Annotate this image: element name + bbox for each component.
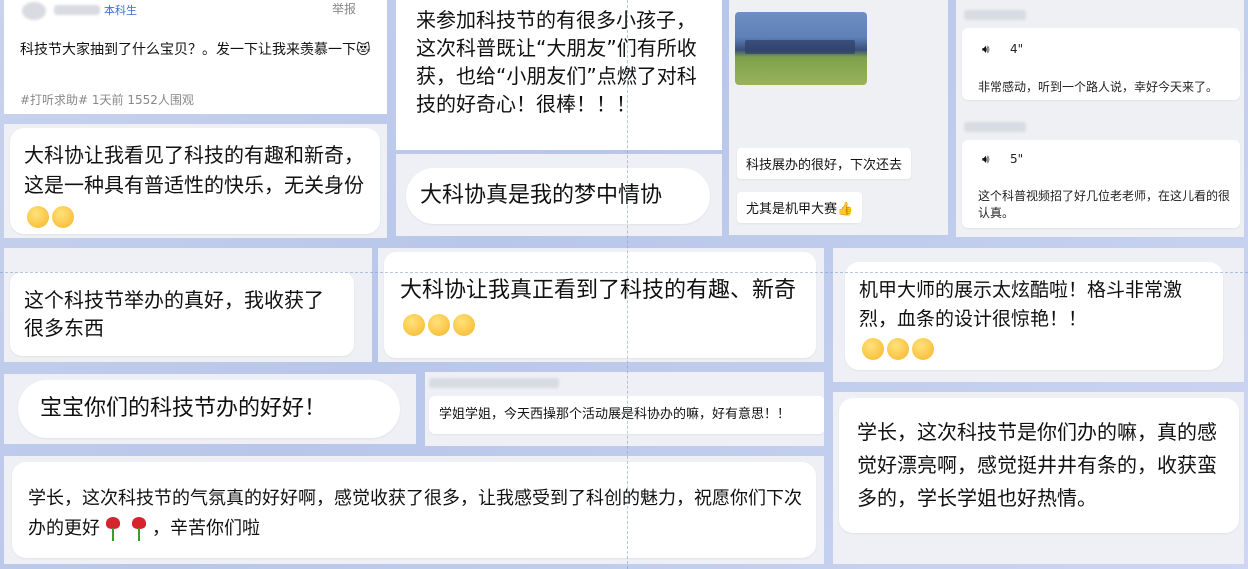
message-bubble-3: 大科协真是我的梦中情协	[406, 168, 710, 224]
message-panel-7: 机甲大师的展示太炫酷啦！格斗非常激烈，血条的设计很惊艳！！	[833, 248, 1244, 382]
avatar[interactable]	[22, 2, 46, 20]
smiling-face-icon	[912, 337, 934, 360]
voice-message-1[interactable]: 🔊︎ 4" 非常感动，听到一个路人说，幸好今天来了。	[962, 28, 1240, 100]
sender-name-blurred	[964, 122, 1026, 132]
message-panel-8: 宝宝你们的科技节办的好好！	[4, 374, 416, 444]
voice-duration-1: 4"	[1010, 42, 1024, 56]
message-panel-3: 大科协真是我的梦中情协	[396, 154, 722, 236]
message-panel-1: 大科协让我看见了科技的有趣和新奇，这是一种具有普适性的快乐，无关身份	[4, 124, 387, 238]
rose-icon	[104, 517, 122, 541]
post-meta: #打听求助# 1天前 1552人围观	[20, 93, 194, 107]
voice-chat-panel: 🔊︎ 4" 非常感动，听到一个路人说，幸好今天来了。 🔊︎ 5" 这个科普视频招…	[956, 0, 1244, 237]
message-bubble-2: 来参加科技节的有很多小孩子，这次科普既让“大朋友”们有所收获，也给“小朋友们”点…	[416, 8, 697, 116]
message-panel-10: 学长，这次科技节的气氛真的好好啊，感觉收获了很多，让我感受到了科创的魅力，祝愿你…	[4, 456, 824, 564]
photo-chat-panel: 科技展办的很好，下次还去 尤其是机甲大赛👍	[729, 0, 948, 235]
smiling-face-icon	[403, 314, 425, 336]
sender-name-blurred	[429, 378, 559, 388]
rose-icon	[130, 517, 148, 541]
message-panel-5: 这个科技节举办的真好，我收获了很多东西	[4, 248, 372, 362]
smiling-face-icon	[27, 205, 49, 228]
smiling-face-icon	[862, 337, 884, 360]
message-bubble-10: 学长，这次科技节的气氛真的好好啊，感觉收获了很多，让我感受到了科创的魅力，祝愿你…	[12, 462, 816, 558]
forum-post-card: 本科生 举报 科技节大家抽到了什么宝贝？。发一下让我来羡慕一下😻 #打听求助# …	[4, 0, 387, 114]
message-panel-6: 大科协让我真正看到了科技的有趣、新奇	[378, 248, 824, 362]
user-tag: 本科生	[104, 4, 137, 17]
message-bubble-4b: 尤其是机甲大赛👍	[737, 192, 863, 223]
smiling-face-icon	[887, 337, 909, 360]
voice-message-icon: 🔊︎	[982, 152, 990, 166]
message-bubble-1: 大科协让我看见了科技的有趣和新奇，这是一种具有普适性的快乐，无关身份	[10, 128, 380, 234]
username-blurred	[54, 5, 100, 15]
grid-guide-vertical	[627, 0, 628, 569]
message-panel-9: 学姐学姐，今天西操那个活动展是科协办的嘛，好有意思！！	[425, 372, 824, 446]
voice-message-icon: 🔊︎	[982, 42, 990, 56]
message-panel-11: 学长，这次科技节是你们办的嘛，真的感觉好漂亮啊，感觉挺井井有条的，收获蛮多的，学…	[833, 392, 1244, 564]
smiling-face-icon	[428, 314, 450, 336]
message-bubble-5: 这个科技节举办的真好，我收获了很多东西	[10, 272, 354, 356]
voice-transcript-2: 这个科普视频招了好几位老老师，在这儿看的很认真。	[978, 189, 1231, 220]
message-panel-2: 来参加科技节的有很多小孩子，这次科普既让“大朋友”们有所收获，也给“小朋友们”点…	[396, 0, 722, 150]
message-bubble-7: 机甲大师的展示太炫酷啦！格斗非常激烈，血条的设计很惊艳！！	[845, 262, 1223, 370]
grid-guide-horizontal	[0, 272, 1248, 273]
message-bubble-4a: 科技展办的很好，下次还去	[737, 148, 912, 179]
smiling-face-icon	[52, 205, 74, 228]
smiling-face-icon	[453, 314, 475, 336]
sender-name-blurred	[964, 10, 1026, 20]
message-bubble-8: 宝宝你们的科技节办的好好！	[18, 380, 400, 438]
voice-transcript-1: 非常感动，听到一个路人说，幸好今天来了。	[978, 80, 1219, 94]
report-link[interactable]: 举报	[332, 0, 356, 17]
message-bubble-6: 大科协让我真正看到了科技的有趣、新奇	[384, 252, 816, 358]
event-photo[interactable]	[735, 12, 867, 85]
voice-message-2[interactable]: 🔊︎ 5" 这个科普视频招了好几位老老师，在这儿看的很认真。	[962, 140, 1240, 228]
message-bubble-11: 学长，这次科技节是你们办的嘛，真的感觉好漂亮啊，感觉挺井井有条的，收获蛮多的，学…	[839, 398, 1239, 533]
voice-duration-2: 5"	[1010, 152, 1024, 166]
post-title[interactable]: 科技节大家抽到了什么宝贝？。发一下让我来羡慕一下😻	[20, 40, 380, 61]
